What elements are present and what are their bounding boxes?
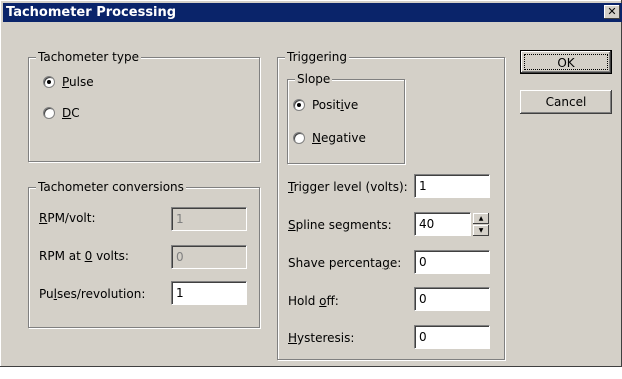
shave-percentage-label: Shave percentage:: [288, 256, 402, 270]
focus-rectangle: [524, 54, 608, 70]
tachometer-type-legend: Tachometer type: [36, 50, 141, 64]
radio-button-icon: [293, 132, 305, 144]
spin-up-button[interactable]: ▲: [473, 213, 489, 224]
radio-pulse-label: Pulse: [62, 75, 94, 89]
tachometer-type-group: Tachometer type Pulse DC: [28, 50, 260, 162]
rpm-per-volt-label: RPM/volt:: [39, 211, 96, 225]
close-button[interactable]: ✕: [604, 5, 620, 19]
spin-down-button[interactable]: ▼: [473, 225, 489, 236]
rpm-at-zero-volts-label: RPM at 0 volts:: [39, 249, 129, 263]
spline-segments-field[interactable]: 40: [414, 212, 471, 236]
triggering-group: Triggering Slope Positive Negative Trigg…: [277, 50, 505, 360]
radio-dc-label: DC: [62, 106, 80, 120]
arrow-down-icon: ▼: [478, 227, 484, 234]
close-icon: ✕: [607, 5, 617, 18]
trigger-level-field[interactable]: 1: [414, 174, 490, 198]
hold-off-label: Hold off:: [288, 294, 339, 308]
rpm-per-volt-field: 1: [171, 207, 247, 231]
radio-button-icon: [43, 76, 55, 88]
tachometer-conversions-group: Tachometer conversions RPM/volt: 1 RPM a…: [28, 180, 260, 328]
radio-button-icon: [43, 107, 55, 119]
spline-segments-label: Spline segments:: [288, 218, 392, 232]
pulses-per-revolution-label: Pulses/revolution:: [39, 287, 146, 301]
window-title: Tachometer Processing: [6, 5, 177, 20]
radio-negative-label: Negative: [312, 131, 366, 145]
slope-legend: Slope: [295, 72, 333, 86]
group-frame: [287, 79, 405, 164]
triggering-legend: Triggering: [285, 50, 349, 64]
radio-positive-label: Positive: [312, 98, 359, 112]
cancel-button-label: Cancel: [545, 95, 587, 109]
rpm-at-zero-volts-field: 0: [171, 245, 247, 269]
tachometer-conversions-legend: Tachometer conversions: [36, 180, 186, 194]
trigger-level-label: Trigger level (volts):: [288, 180, 408, 194]
cancel-button[interactable]: Cancel: [520, 90, 612, 114]
title-bar[interactable]: Tachometer Processing ✕: [3, 3, 622, 22]
hysteresis-field[interactable]: 0: [414, 325, 490, 349]
arrow-up-icon: ▲: [478, 215, 484, 222]
pulses-per-revolution-field[interactable]: 1: [171, 281, 247, 305]
hold-off-field[interactable]: 0: [414, 287, 490, 311]
slope-group: Slope Positive Negative: [287, 72, 405, 164]
shave-percentage-field[interactable]: 0: [414, 250, 490, 274]
ok-button[interactable]: OK: [520, 50, 612, 74]
hysteresis-label: Hysteresis:: [288, 331, 355, 345]
tachometer-processing-dialog: Tachometer Processing ✕ Tachometer type …: [0, 0, 622, 367]
radio-button-icon: [293, 99, 305, 111]
